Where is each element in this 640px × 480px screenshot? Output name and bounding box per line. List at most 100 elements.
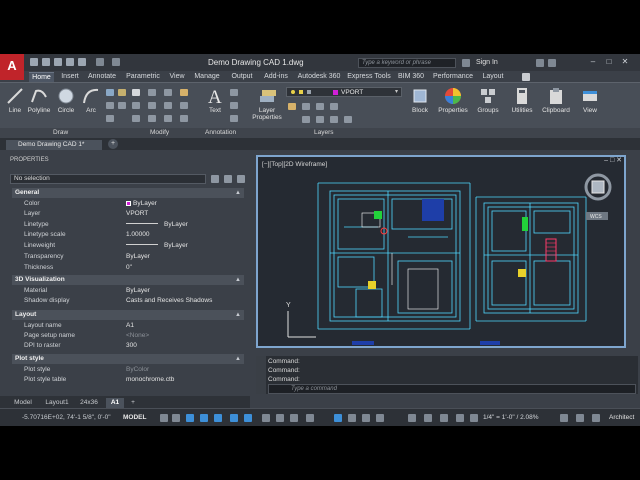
snap-icon[interactable] (172, 414, 180, 422)
layer-tool-5-icon[interactable] (302, 116, 310, 123)
polyline-tool[interactable]: Polyline (25, 87, 53, 114)
selection-cycling-icon[interactable] (290, 414, 298, 422)
open-icon[interactable] (42, 58, 50, 66)
object-snap-icon[interactable] (244, 414, 252, 422)
offset-icon[interactable] (180, 115, 188, 122)
leader-icon[interactable] (230, 102, 238, 109)
prop-row-page-setup[interactable]: Page setup name <None> (24, 331, 244, 341)
fillet-icon[interactable] (164, 102, 172, 109)
lineweight-icon[interactable] (262, 414, 270, 422)
section-3d-visualization[interactable]: 3D Visualization ▲ (12, 275, 244, 285)
array-icon[interactable] (164, 115, 172, 122)
tab-layout[interactable]: Layout (480, 72, 506, 82)
line-tool[interactable]: Line (5, 87, 25, 114)
new-tab-button[interactable]: + (108, 139, 118, 149)
sign-in-link[interactable]: Sign In (476, 59, 498, 66)
tab-model[interactable]: Model (10, 398, 36, 408)
text-tool[interactable]: A Text (204, 87, 226, 114)
document-tab[interactable]: Demo Drawing CAD 1* (6, 140, 102, 150)
command-input[interactable]: Type a command (268, 384, 636, 394)
selection-filter-icon[interactable] (348, 414, 356, 422)
layer-tool-6-icon[interactable] (316, 116, 324, 123)
units-icon[interactable] (440, 414, 448, 422)
redo-icon[interactable] (112, 58, 120, 66)
copy-icon[interactable] (132, 102, 140, 109)
plot-icon[interactable] (78, 58, 86, 66)
layer-tool-4-icon[interactable] (330, 103, 338, 110)
tab-annotate[interactable]: Annotate (86, 72, 118, 82)
erase-icon[interactable] (180, 89, 188, 96)
prop-row-layer[interactable]: Layer VPORT (24, 209, 244, 219)
tab-output[interactable]: Output (228, 72, 256, 82)
section-layout[interactable]: Layout ▲ (12, 310, 244, 320)
circle-tool[interactable]: Circle (55, 87, 77, 114)
gear-icon[interactable] (560, 414, 568, 422)
restore-icon[interactable]: □ (604, 57, 614, 67)
prop-row-plot-style[interactable]: Plot style ByColor (24, 365, 244, 375)
hatch-icon[interactable] (118, 89, 126, 96)
layer-tool-3-icon[interactable] (316, 103, 324, 110)
command-window-grip[interactable] (256, 356, 266, 394)
point-icon[interactable] (106, 115, 114, 122)
ellipse-icon[interactable] (106, 102, 114, 109)
workspace-label[interactable]: Architect (609, 414, 634, 421)
dynamic-ucs-icon[interactable] (334, 414, 342, 422)
search-input[interactable]: Type a keyword or phrase (358, 58, 456, 68)
block-tool[interactable]: Block (408, 87, 432, 114)
new-icon[interactable] (30, 58, 38, 66)
binoculars-icon[interactable] (462, 59, 470, 67)
undo-icon[interactable] (96, 58, 104, 66)
workspace-switch-icon[interactable] (424, 414, 432, 422)
utilities-tool[interactable]: Utilities (508, 87, 536, 114)
annotation-visibility-icon[interactable] (376, 414, 384, 422)
add-layout-button[interactable]: + (128, 398, 138, 408)
tab-insert[interactable]: Insert (58, 72, 82, 82)
tab-layout1[interactable]: Layout1 (42, 398, 72, 408)
properties-tool[interactable]: Properties (436, 87, 470, 114)
select-objects-icon[interactable] (224, 175, 232, 183)
polar-icon[interactable] (200, 414, 208, 422)
quick-select-icon[interactable] (237, 175, 245, 183)
viewcube[interactable]: WCS (584, 173, 612, 220)
tab-a1[interactable]: A1 (106, 398, 124, 408)
save-as-icon[interactable] (66, 58, 74, 66)
mirror-icon[interactable] (148, 102, 156, 109)
tab-performance[interactable]: Performance (431, 72, 475, 82)
prop-row-material[interactable]: Material ByLayer (24, 286, 244, 296)
model-space-button[interactable]: MODEL (123, 414, 146, 421)
layer-properties-tool[interactable]: Layer Properties (250, 87, 284, 121)
toggle-pickadd-icon[interactable] (211, 175, 219, 183)
tab-parametric[interactable]: Parametric (124, 72, 162, 82)
save-icon[interactable] (54, 58, 62, 66)
tab-view[interactable]: View (167, 72, 187, 82)
application-menu-button[interactable]: A (0, 54, 24, 80)
minimize-icon[interactable]: – (588, 57, 598, 67)
view-tool[interactable]: View (578, 87, 602, 114)
region-icon[interactable] (118, 102, 126, 109)
customization-icon[interactable] (592, 414, 600, 422)
layer-tool-7-icon[interactable] (330, 116, 338, 123)
panel-draw[interactable]: Draw (53, 128, 68, 138)
rectangle-icon[interactable] (106, 89, 114, 96)
dimension-icon[interactable] (230, 89, 238, 96)
isolate-objects-icon[interactable] (576, 414, 584, 422)
layer-tool-8-icon[interactable] (344, 116, 352, 123)
panel-modify[interactable]: Modify (150, 128, 169, 138)
ortho-icon[interactable] (186, 414, 194, 422)
section-plot-style[interactable]: Plot style ▲ (12, 354, 244, 364)
arc-tool[interactable]: Arc (81, 87, 101, 114)
coordinate-readout[interactable]: -5.70716E+02, 74'-1 5/8", 0'-0" (22, 414, 111, 421)
exchange-icon[interactable] (536, 59, 544, 67)
layer-tool-2-icon[interactable] (302, 103, 310, 110)
prop-row-dpi[interactable]: DPI to raster 300 (24, 341, 244, 351)
tab-add-ins[interactable]: Add-ins (261, 72, 291, 82)
prop-row-linetype-scale[interactable]: Linetype scale 1.00000 (24, 230, 244, 240)
rotate-icon[interactable] (148, 89, 156, 96)
table-icon[interactable] (230, 115, 238, 122)
grid-icon[interactable] (160, 414, 168, 422)
panel-layers[interactable]: Layers (314, 128, 334, 138)
section-general[interactable]: General ▲ (12, 188, 244, 198)
tab-24x36[interactable]: 24x36 (76, 398, 102, 408)
panel-annotation[interactable]: Annotation (205, 128, 236, 138)
tab-express-tools[interactable]: Express Tools (346, 72, 392, 82)
